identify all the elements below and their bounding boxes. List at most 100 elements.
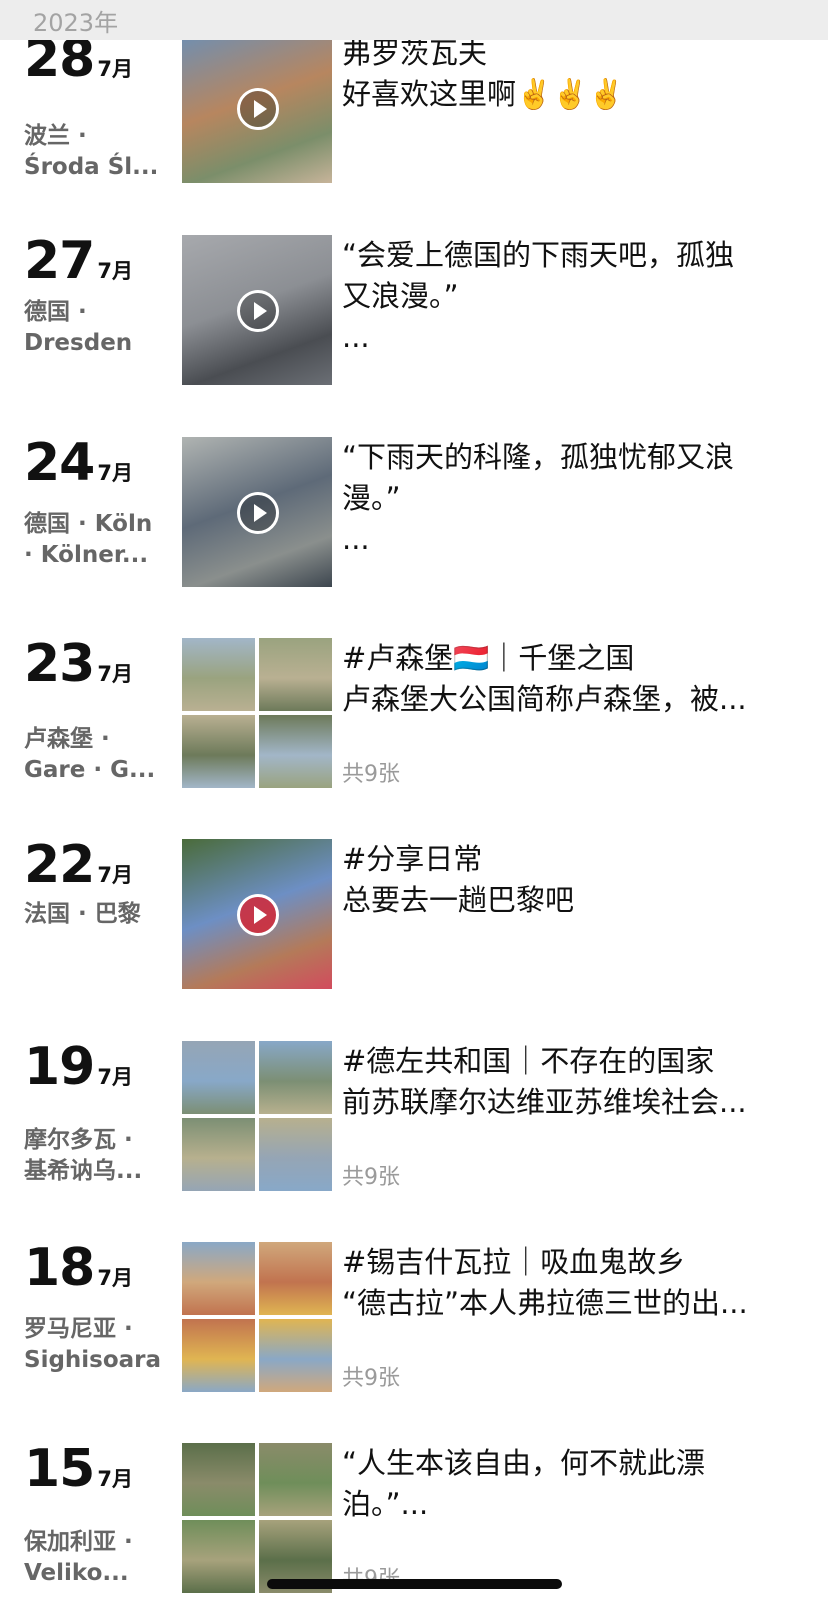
year-header: 2023年: [0, 0, 828, 40]
post-location: 德国 · Köln · Kölner...: [24, 509, 160, 571]
photo-thumbnail[interactable]: [259, 715, 332, 788]
caption-line: 又浪漫。”: [342, 279, 459, 313]
caption-line: “下雨天的科隆，孤独忧郁又浪: [342, 440, 735, 474]
location-line: 基希讷乌...: [24, 1158, 143, 1184]
post-caption[interactable]: 弗罗茨瓦夫 好喜欢这里啊✌️✌️✌️: [342, 33, 796, 115]
caption-line: ...: [342, 522, 370, 556]
moment-post[interactable]: 22 7月法国 · 巴黎 #分享日常总要去一趟巴黎吧: [0, 839, 828, 999]
moment-post[interactable]: 27 7月德国 · Dresden “会爱上德国的下雨天吧，孤独 又浪漫。”...: [0, 235, 828, 395]
video-thumbnail[interactable]: [182, 839, 332, 989]
photo-thumbnail[interactable]: [182, 1041, 255, 1114]
post-caption[interactable]: #德左共和国｜不存在的国家 前苏联摩尔达维亚苏维埃社会...: [342, 1041, 796, 1123]
post-media[interactable]: [182, 1041, 332, 1191]
post-caption[interactable]: “人生本该自由，何不就此漂 泊。”...: [342, 1443, 796, 1525]
caption-line: 泊。”...: [342, 1487, 429, 1521]
post-media[interactable]: [182, 33, 332, 183]
post-date: 19 7月: [24, 1041, 133, 1093]
play-icon[interactable]: [237, 290, 279, 332]
location-line: 波兰 ·: [24, 123, 87, 149]
post-date: 24 7月: [24, 437, 133, 489]
post-media[interactable]: [182, 839, 332, 989]
caption-line: 卢森堡大公国简称卢森堡，被...: [342, 682, 747, 716]
photo-thumbnail[interactable]: [259, 1319, 332, 1392]
post-location: 保加利亚 · Veliko...: [24, 1527, 160, 1589]
photo-thumbnail[interactable]: [182, 1443, 255, 1516]
moment-post[interactable]: 18 7月 罗马尼亚 · Sighisoara #锡吉什瓦拉｜吸血鬼故乡 “德古拉”本人弗…: [0, 1242, 828, 1402]
post-date: 22 7月: [24, 839, 133, 891]
photo-count: 共9张: [342, 1165, 400, 1190]
photo-thumbnail[interactable]: [259, 1443, 332, 1516]
post-caption[interactable]: “会爱上德国的下雨天吧，孤独 又浪漫。”...: [342, 235, 796, 358]
video-thumbnail[interactable]: [182, 33, 332, 183]
post-month: 7月: [97, 461, 133, 485]
location-line: 德国 ·: [24, 299, 87, 325]
post-media[interactable]: [182, 437, 332, 587]
post-media[interactable]: [182, 1242, 332, 1392]
photo-thumbnail[interactable]: [182, 638, 255, 711]
photo-thumbnail[interactable]: [182, 715, 255, 788]
location-line: · Kölner...: [24, 542, 149, 568]
post-caption[interactable]: “下雨天的科隆，孤独忧郁又浪 漫。”...: [342, 437, 796, 560]
photo-grid[interactable]: [182, 1443, 332, 1593]
post-month: 7月: [97, 863, 133, 887]
post-caption[interactable]: #锡吉什瓦拉｜吸血鬼故乡 “德古拉”本人弗拉德三世的出...: [342, 1242, 796, 1324]
caption-line: “德古拉”本人弗拉德三世的出...: [342, 1286, 748, 1320]
home-indicator[interactable]: [267, 1579, 562, 1589]
post-caption[interactable]: #分享日常总要去一趟巴黎吧: [342, 839, 796, 921]
caption-line: ...: [342, 320, 370, 354]
post-date: 28 7月: [24, 33, 133, 85]
post-media[interactable]: [182, 1443, 332, 1593]
photo-grid[interactable]: [182, 1041, 332, 1191]
location-line: 卢森堡 ·: [24, 726, 110, 752]
location-line: 罗马尼亚 ·: [24, 1316, 133, 1342]
location-line: Dresden: [24, 330, 133, 356]
moment-post[interactable]: 19 7月摩尔多瓦 · 基希讷乌... #德左共和国｜不存在的国家 前苏联摩尔达维亚苏维…: [0, 1041, 828, 1201]
post-day: 15: [24, 1439, 95, 1499]
moment-post[interactable]: 24 7月德国 · Köln · Kölner... “下雨天的科隆，孤独忧郁又浪 漫。…: [0, 437, 828, 597]
post-location: 罗马尼亚 · Sighisoara: [24, 1314, 160, 1376]
year-label: 2023年: [33, 9, 119, 37]
play-icon[interactable]: [237, 894, 279, 936]
caption-line: “会爱上德国的下雨天吧，孤独: [342, 238, 735, 272]
post-location: 卢森堡 · Gare · G...: [24, 724, 160, 786]
post-location: 波兰 · Środa Śl...: [24, 121, 160, 183]
post-location: 法国 · 巴黎: [24, 899, 160, 930]
photo-thumbnail[interactable]: [182, 1118, 255, 1191]
moment-post[interactable]: 28 7月波兰 · Środa Śl... 弗罗茨瓦夫 好喜欢这里啊✌️✌️✌️: [0, 33, 828, 193]
post-media[interactable]: [182, 638, 332, 788]
caption-line: 前苏联摩尔达维亚苏维埃社会...: [342, 1085, 747, 1119]
post-date: 15 7月: [24, 1443, 133, 1495]
post-month: 7月: [97, 259, 133, 283]
caption-line: 好喜欢这里啊✌️✌️✌️: [342, 77, 625, 111]
location-line: Gare · G...: [24, 757, 156, 783]
video-thumbnail[interactable]: [182, 235, 332, 385]
post-media[interactable]: [182, 235, 332, 385]
photo-grid[interactable]: [182, 1242, 332, 1392]
caption-line: 漫。”: [342, 481, 401, 515]
location-line: 保加利亚 ·: [24, 1529, 133, 1555]
photo-thumbnail[interactable]: [259, 1118, 332, 1191]
photo-thumbnail[interactable]: [259, 1242, 332, 1315]
caption-line: #分享日常: [342, 842, 483, 876]
video-thumbnail[interactable]: [182, 437, 332, 587]
post-date: 27 7月: [24, 235, 133, 287]
photo-count: 共9张: [342, 762, 400, 787]
photo-thumbnail[interactable]: [259, 1041, 332, 1114]
post-caption[interactable]: #卢森堡🇱🇺｜千堡之国 卢森堡大公国简称卢森堡，被...: [342, 638, 796, 720]
post-day: 19: [24, 1037, 95, 1097]
post-location: 摩尔多瓦 · 基希讷乌...: [24, 1125, 160, 1187]
post-month: 7月: [97, 1065, 133, 1089]
play-icon[interactable]: [237, 492, 279, 534]
post-month: 7月: [97, 662, 133, 686]
photo-thumbnail[interactable]: [182, 1319, 255, 1392]
post-day: 24: [24, 433, 95, 493]
caption-line: 总要去一趟巴黎吧: [342, 883, 575, 917]
photo-thumbnail[interactable]: [182, 1520, 255, 1593]
photo-thumbnail[interactable]: [182, 1242, 255, 1315]
photo-grid[interactable]: [182, 638, 332, 788]
photo-thumbnail[interactable]: [259, 638, 332, 711]
post-month: 7月: [97, 1266, 133, 1290]
moment-post[interactable]: 23 7月 卢森堡 · Gare · G... #卢森堡🇱🇺｜千堡之国 卢森堡大公国简称卢…: [0, 638, 828, 798]
play-icon[interactable]: [237, 88, 279, 130]
post-day: 22: [24, 835, 95, 895]
